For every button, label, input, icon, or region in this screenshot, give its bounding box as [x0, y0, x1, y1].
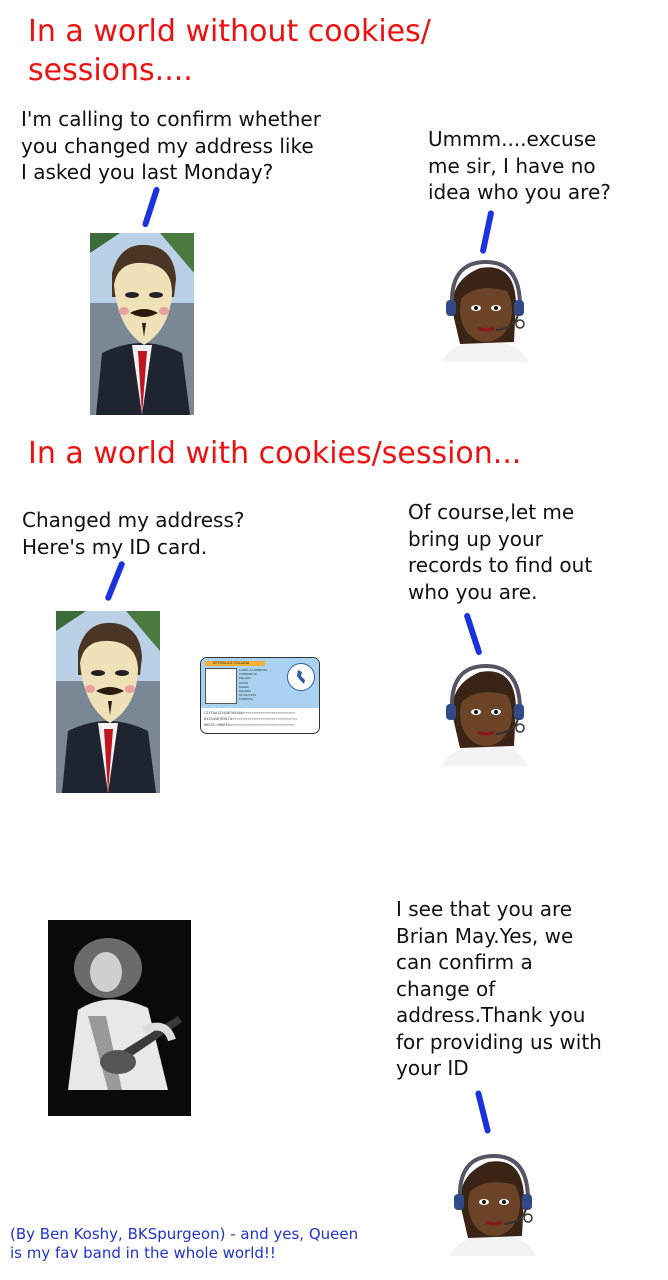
id-card-mrz-line: ROSSI<<MARIA<<<<<<<<<<<<<<<<<<<<<<<<<<<<…	[204, 723, 295, 727]
panel2-heading: In a world with cookies/session...	[28, 436, 522, 471]
agent-speech-1: Ummm....excuse me sir, I have no idea wh…	[428, 127, 611, 204]
id-card-photo-box	[205, 668, 237, 704]
agent-speech-3: I see that you are Brian May.Yes, we can…	[396, 897, 602, 1080]
id-card: REPUBLICA ITALIANA CARTA DI IDENTITA COM…	[200, 657, 320, 734]
caller-speech-tail-1	[141, 186, 161, 228]
panel1-heading: In a world without cookies/ sessions....	[28, 14, 431, 88]
masked-caller-photo	[56, 611, 160, 793]
call-center-agent-illustration	[440, 258, 530, 362]
caller-speech-tail-2	[104, 560, 126, 602]
id-card-field: CS89XXA	[239, 697, 253, 702]
id-card-header: REPUBLICA ITALIANA	[213, 661, 250, 665]
agent-speech-tail-2	[463, 612, 483, 656]
id-card-fields: CARTA DI IDENTITA COMUNE DI MILANO ROSSI…	[239, 668, 283, 702]
agent-speech-2: Of course,let me bring up your records t…	[408, 500, 593, 604]
call-center-agent-illustration	[448, 1152, 538, 1256]
agent-speech-tail-1	[479, 209, 495, 255]
caller-speech-2: Changed my address? Here's my ID card.	[22, 508, 245, 559]
author-credit: (By Ben Koshy, BKSpurgeon) - and yes, Qu…	[10, 1225, 359, 1262]
id-card-mrz: CIITA0123456789AA0<<<<<<<<<<<<<<<<<<<<<<…	[204, 710, 316, 728]
masked-caller-photo	[90, 233, 194, 415]
caller-speech-1: I'm calling to confirm whether you chang…	[21, 107, 321, 184]
agent-speech-tail-3	[474, 1089, 492, 1135]
guitarist-photo	[48, 920, 191, 1116]
call-center-agent-illustration	[440, 662, 530, 766]
id-card-emblem	[287, 663, 315, 691]
